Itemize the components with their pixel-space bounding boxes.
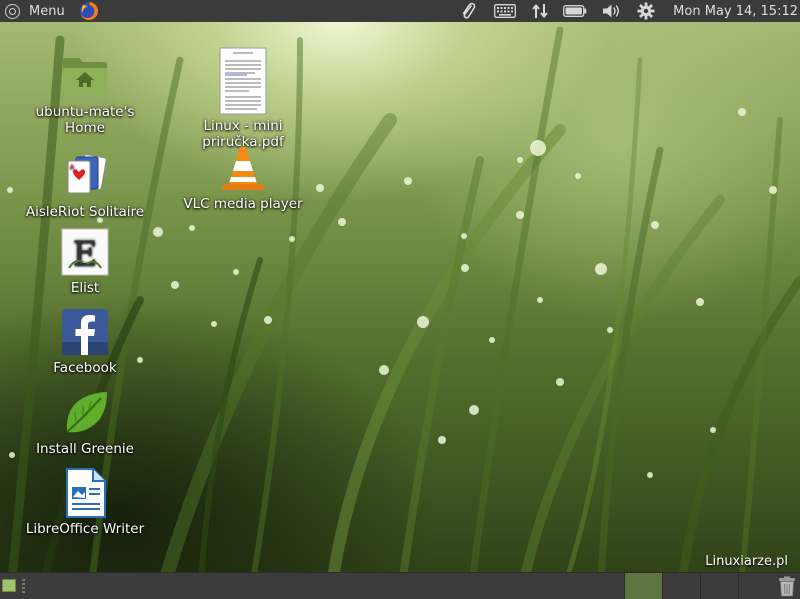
desktop-icon-greenie[interactable]: Install Greenie [30, 387, 140, 457]
pdf-document-icon [217, 46, 269, 116]
gear-icon[interactable] [629, 0, 663, 22]
facebook-icon [59, 306, 111, 358]
paperclip-icon[interactable] [451, 0, 485, 22]
network-icon[interactable] [525, 0, 555, 22]
workspace-2[interactable] [662, 573, 700, 599]
desktop-icon-label: AisleRiot Solitaire [25, 204, 145, 220]
volume-icon[interactable] [595, 0, 629, 22]
system-tray: Mon May 14, 15:12 [451, 0, 800, 22]
desktop-icon-label: Elist [70, 280, 100, 296]
desktop-icon-vlc[interactable]: VLC media player [178, 142, 308, 212]
workspace-4[interactable] [738, 573, 776, 599]
workspace-3[interactable] [700, 573, 738, 599]
firefox-icon[interactable] [79, 1, 99, 21]
battery-icon[interactable] [555, 0, 595, 22]
home-folder-icon [59, 50, 111, 102]
elist-icon: E [59, 226, 111, 278]
top-panel: Menu Mon May 14, 15:12 [0, 0, 800, 22]
desktop-icon-label: Facebook [53, 360, 117, 376]
green-leaf-icon [59, 387, 111, 439]
desktop-icon-pdf[interactable]: Linux - mini priručka.pdf [188, 46, 298, 150]
watermark: Linuxiarze.pl [705, 554, 788, 569]
desktop-icon-label: ubuntu-mate's Home [35, 104, 135, 136]
keyboard-icon[interactable] [485, 0, 525, 22]
svg-text:E: E [73, 234, 98, 274]
panel-clock[interactable]: Mon May 14, 15:12 [673, 4, 798, 19]
libreoffice-writer-icon [59, 467, 111, 519]
desktop-icon-elist[interactable]: E Elist [30, 226, 140, 296]
desktop-icon-home[interactable]: ubuntu-mate's Home [30, 50, 140, 136]
desktop-icon-label: VLC media player [183, 196, 303, 212]
desktop-icon-label: LibreOffice Writer [25, 521, 145, 537]
desktop-icon-solitaire[interactable]: A AisleRiot Solitaire [20, 150, 150, 220]
menu-label: Menu [29, 3, 65, 19]
trash-icon[interactable] [778, 576, 796, 597]
bottom-panel [0, 572, 800, 599]
workspace-1[interactable] [624, 573, 662, 599]
desktop-icon-writer[interactable]: LibreOffice Writer [20, 467, 150, 537]
main-menu-button[interactable]: Menu [0, 0, 71, 22]
playing-cards-icon: A [59, 150, 111, 202]
desktop-icon-facebook[interactable]: Facebook [30, 306, 140, 376]
panel-grip-handle[interactable] [22, 579, 25, 593]
desktop-icon-label: Install Greenie [36, 441, 134, 457]
vlc-cone-icon [217, 142, 269, 194]
ubuntu-logo-icon [5, 3, 20, 19]
show-desktop-icon[interactable] [2, 579, 16, 592]
